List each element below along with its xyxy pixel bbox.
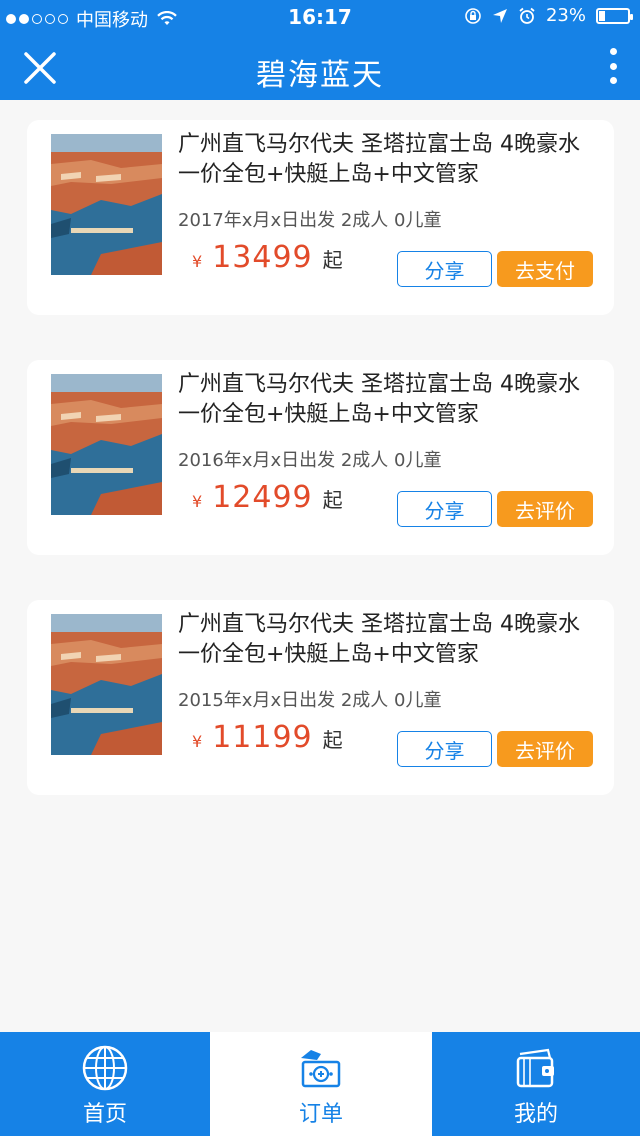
share-button[interactable]: 分享 [397, 491, 492, 527]
price: ¥ 12499 起 [192, 480, 343, 515]
trip-info: 2015年x月x日出发 2成人 0儿童 [178, 690, 442, 711]
order-card[interactable]: 广州直飞马尔代夫 圣塔拉富士岛 4晚豪水 一价全包+快艇上岛+中文管家 2015… [27, 600, 614, 795]
navigation-bar: 碧海蓝天 [0, 32, 640, 100]
tab-orders[interactable]: 订单 [210, 1032, 432, 1136]
price: ¥ 13499 起 [192, 240, 343, 275]
more-options-button[interactable] [606, 48, 620, 84]
review-button[interactable]: 去评价 [497, 491, 593, 527]
currency-symbol: ¥ [192, 492, 203, 511]
order-list: 广州直飞马尔代夫 圣塔拉富士岛 4晚豪水 一价全包+快艇上岛+中文管家 2017… [0, 100, 640, 1032]
more-dot-icon [609, 62, 617, 70]
review-button[interactable]: 去评价 [497, 731, 593, 767]
pay-button[interactable]: 去支付 [497, 251, 593, 287]
price-amount: 13499 [212, 240, 313, 275]
price-suffix: 起 [322, 488, 343, 512]
trip-info: 2017年x月x日出发 2成人 0儿童 [178, 210, 442, 231]
destination-thumbnail [51, 614, 162, 755]
more-dot-icon [609, 48, 617, 55]
battery-icon [596, 7, 633, 24]
trip-info: 2016年x月x日出发 2成人 0儿童 [178, 450, 442, 471]
order-card[interactable]: 广州直飞马尔代夫 圣塔拉富士岛 4晚豪水 一价全包+快艇上岛+中文管家 2016… [27, 360, 614, 555]
tab-label: 订单 [298, 1102, 343, 1127]
price-suffix: 起 [322, 728, 343, 752]
share-button[interactable]: 分享 [397, 731, 492, 767]
currency-symbol: ¥ [192, 732, 203, 751]
price-suffix: 起 [322, 248, 343, 272]
location-icon [492, 8, 507, 23]
price: ¥ 11199 起 [192, 720, 343, 755]
battery-percent: 23% [545, 5, 586, 26]
more-dot-icon [609, 77, 617, 84]
product-title: 广州直飞马尔代夫 圣塔拉富士岛 4晚豪水 一价全包+快艇上岛+中文管家 [178, 132, 580, 187]
status-icons: 23% [464, 5, 633, 26]
order-money-icon [301, 1050, 341, 1088]
orientation-lock-icon [465, 7, 481, 24]
status-bar: 中国移动 16:17 23% [0, 0, 640, 32]
price-amount: 11199 [212, 720, 313, 755]
tab-home[interactable]: 首页 [0, 1032, 210, 1136]
price-amount: 12499 [212, 480, 313, 515]
destination-thumbnail [51, 134, 162, 275]
product-title: 广州直飞马尔代夫 圣塔拉富士岛 4晚豪水 一价全包+快艇上岛+中文管家 [178, 612, 580, 667]
currency-symbol: ¥ [192, 252, 203, 271]
tab-mine[interactable]: 我的 [432, 1032, 640, 1136]
globe-icon [82, 1045, 128, 1091]
wallet-icon [516, 1048, 554, 1088]
tab-label: 首页 [82, 1102, 127, 1127]
share-button[interactable]: 分享 [397, 251, 492, 287]
order-card[interactable]: 广州直飞马尔代夫 圣塔拉富士岛 4晚豪水 一价全包+快艇上岛+中文管家 2017… [27, 120, 614, 315]
tab-bar: 首页 订单 我的 [0, 1032, 640, 1136]
destination-thumbnail [51, 374, 162, 515]
product-title: 广州直飞马尔代夫 圣塔拉富士岛 4晚豪水 一价全包+快艇上岛+中文管家 [178, 372, 580, 427]
page-title: 碧海蓝天 [256, 58, 384, 93]
alarm-icon [519, 7, 535, 24]
tab-label: 我的 [513, 1102, 558, 1127]
